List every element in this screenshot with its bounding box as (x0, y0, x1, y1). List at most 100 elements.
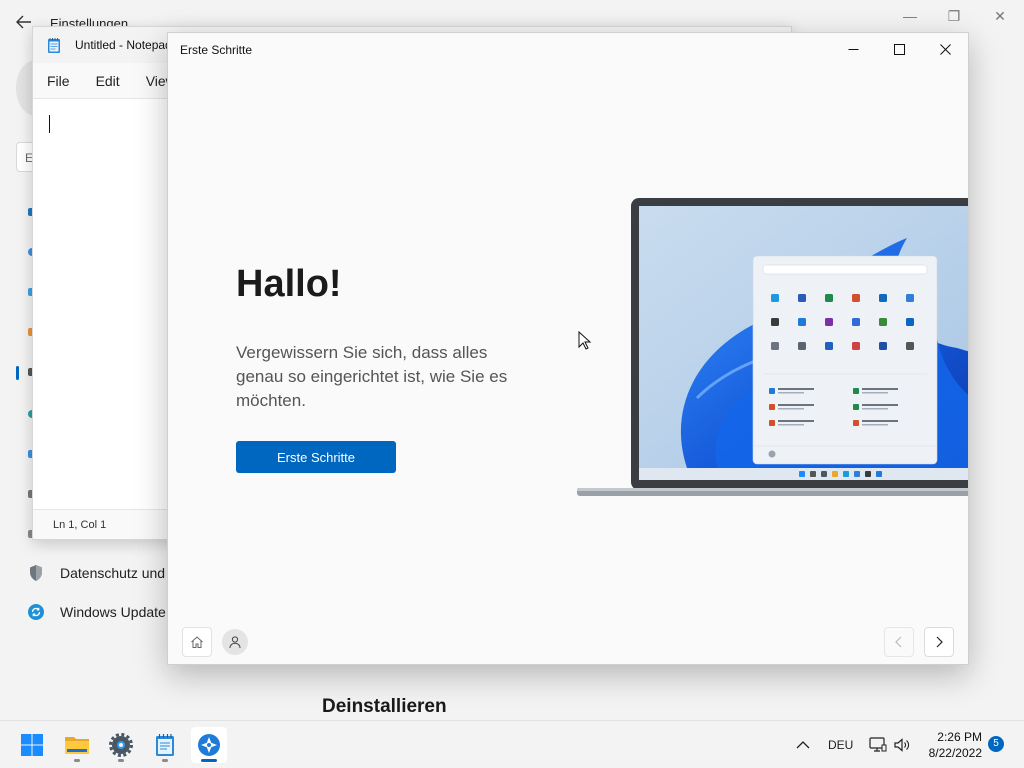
preview-taskbar-icon (821, 471, 827, 477)
mouse-pointer-icon (578, 331, 592, 350)
get-started-icon (198, 734, 220, 756)
preview-taskbar-icon (865, 471, 871, 477)
active-indicator (201, 759, 217, 762)
preview-taskbar-icon (876, 471, 882, 477)
preview-recommended-subtitle (778, 392, 804, 394)
next-button[interactable] (924, 627, 954, 657)
taskbar: DEU 2:26 PM 8/22/2022 (0, 720, 1024, 768)
preview-pinned-app-icon (825, 294, 833, 302)
close-icon (939, 43, 951, 55)
notification-badge[interactable]: 5 (988, 736, 1004, 752)
preview-taskbar-icon (832, 471, 838, 477)
preview-recommended-title (862, 388, 898, 390)
preview-recommended-icon (769, 404, 775, 410)
preview-pinned-app-icon (879, 342, 887, 350)
chevron-up-icon (796, 741, 810, 749)
preview-recommended-title (862, 420, 898, 422)
back-arrow-icon[interactable] (14, 12, 34, 32)
notepad-icon (48, 37, 60, 53)
preview-pinned-app-icon (906, 294, 914, 302)
settings-close-button[interactable]: ✕ (990, 8, 1010, 24)
laptop-illustration (577, 198, 968, 503)
menu-edit[interactable]: Edit (96, 73, 120, 89)
preview-taskbar-icon (810, 471, 816, 477)
preview-taskbar-icon (843, 471, 849, 477)
windows-logo-icon (21, 734, 43, 756)
folder-icon (65, 737, 89, 754)
preview-recommended-title (862, 404, 898, 406)
preview-taskbar-icon (799, 471, 805, 477)
preview-pinned-app-icon (852, 294, 860, 302)
nav-item-windows-update-label: Windows Update (60, 604, 166, 620)
nav-item-privacy-label: Datenschutz und (60, 565, 166, 581)
clock-time: 2:26 PM (937, 730, 982, 744)
preview-recommended-title (778, 404, 814, 406)
show-hidden-icons-button[interactable] (796, 721, 810, 768)
nav-item-privacy[interactable]: Datenschutz und (28, 564, 165, 582)
preview-recommended-subtitle (862, 424, 888, 426)
preview-recommended-subtitle (862, 408, 888, 410)
preview-pinned-app-icon (825, 342, 833, 350)
chevron-right-icon (936, 636, 943, 648)
maximize-icon (893, 43, 905, 55)
maximize-button[interactable] (876, 33, 922, 65)
preview-pinned-app-icon (771, 294, 779, 302)
network-icon (869, 737, 887, 752)
preview-recommended-title (778, 388, 814, 390)
shield-icon (30, 565, 42, 581)
preview-recommended-icon (769, 420, 775, 426)
notepad-title: Untitled - Notepad (75, 38, 172, 52)
running-indicator (162, 759, 168, 762)
volume-icon (894, 738, 909, 752)
preview-pinned-app-icon (879, 294, 887, 302)
nav-item-windows-update[interactable]: Windows Update (28, 604, 166, 620)
system-tray-network-volume[interactable] (869, 721, 911, 768)
taskbar-file-explorer[interactable] (59, 727, 95, 763)
preview-recommended-icon (769, 388, 775, 394)
settings-maximize-button[interactable]: ❐ (944, 8, 964, 24)
preview-pinned-app-icon (906, 318, 914, 326)
preview-pinned-app-icon (852, 318, 860, 326)
preview-recommended-icon (853, 388, 859, 394)
preview-pinned-app-icon (906, 342, 914, 350)
menu-file[interactable]: File (47, 73, 70, 89)
preview-recommended-subtitle (778, 424, 804, 426)
preview-recommended-icon (853, 420, 859, 426)
get-started-button[interactable]: Erste Schritte (236, 441, 396, 473)
settings-minimize-button[interactable]: — (900, 8, 920, 24)
preview-pinned-app-icon (852, 342, 860, 350)
text-caret[interactable] (49, 115, 50, 133)
close-button[interactable] (922, 33, 968, 65)
get-started-title: Erste Schritte (180, 43, 253, 57)
preview-recommended-subtitle (862, 392, 888, 394)
cursor-position: Ln 1, Col 1 (53, 519, 107, 531)
language-label: DEU (828, 738, 854, 752)
preview-recommended-title (778, 420, 814, 422)
taskbar-notepad[interactable] (147, 727, 183, 763)
account-button[interactable] (222, 629, 248, 655)
preview-pinned-app-icon (879, 318, 887, 326)
notepad-icon (156, 734, 174, 756)
minimize-button[interactable] (830, 33, 876, 65)
welcome-heading: Hallo! (236, 263, 342, 305)
taskbar-settings[interactable] (103, 727, 139, 763)
preview-recommended-icon (853, 404, 859, 410)
preview-pinned-app-icon (825, 318, 833, 326)
minimize-icon (848, 48, 858, 50)
get-started-titlebar[interactable]: Erste Schritte (168, 33, 968, 65)
start-button[interactable] (14, 727, 50, 763)
previous-button[interactable] (884, 627, 914, 657)
input-language[interactable]: DEU (828, 721, 853, 768)
preview-taskbar-icon (854, 471, 860, 477)
chevron-left-icon (895, 636, 902, 648)
clock[interactable]: 2:26 PM 8/22/2022 (918, 729, 982, 761)
home-icon (191, 636, 203, 648)
windows-update-icon (28, 604, 44, 620)
preview-pinned-app-icon (771, 342, 779, 350)
preview-pinned-app-icon (798, 294, 806, 302)
preview-pinned-app-icon (798, 342, 806, 350)
home-button[interactable] (182, 627, 212, 657)
preview-pinned-app-icon (798, 318, 806, 326)
taskbar-get-started[interactable] (191, 727, 227, 763)
gear-icon (109, 733, 133, 757)
